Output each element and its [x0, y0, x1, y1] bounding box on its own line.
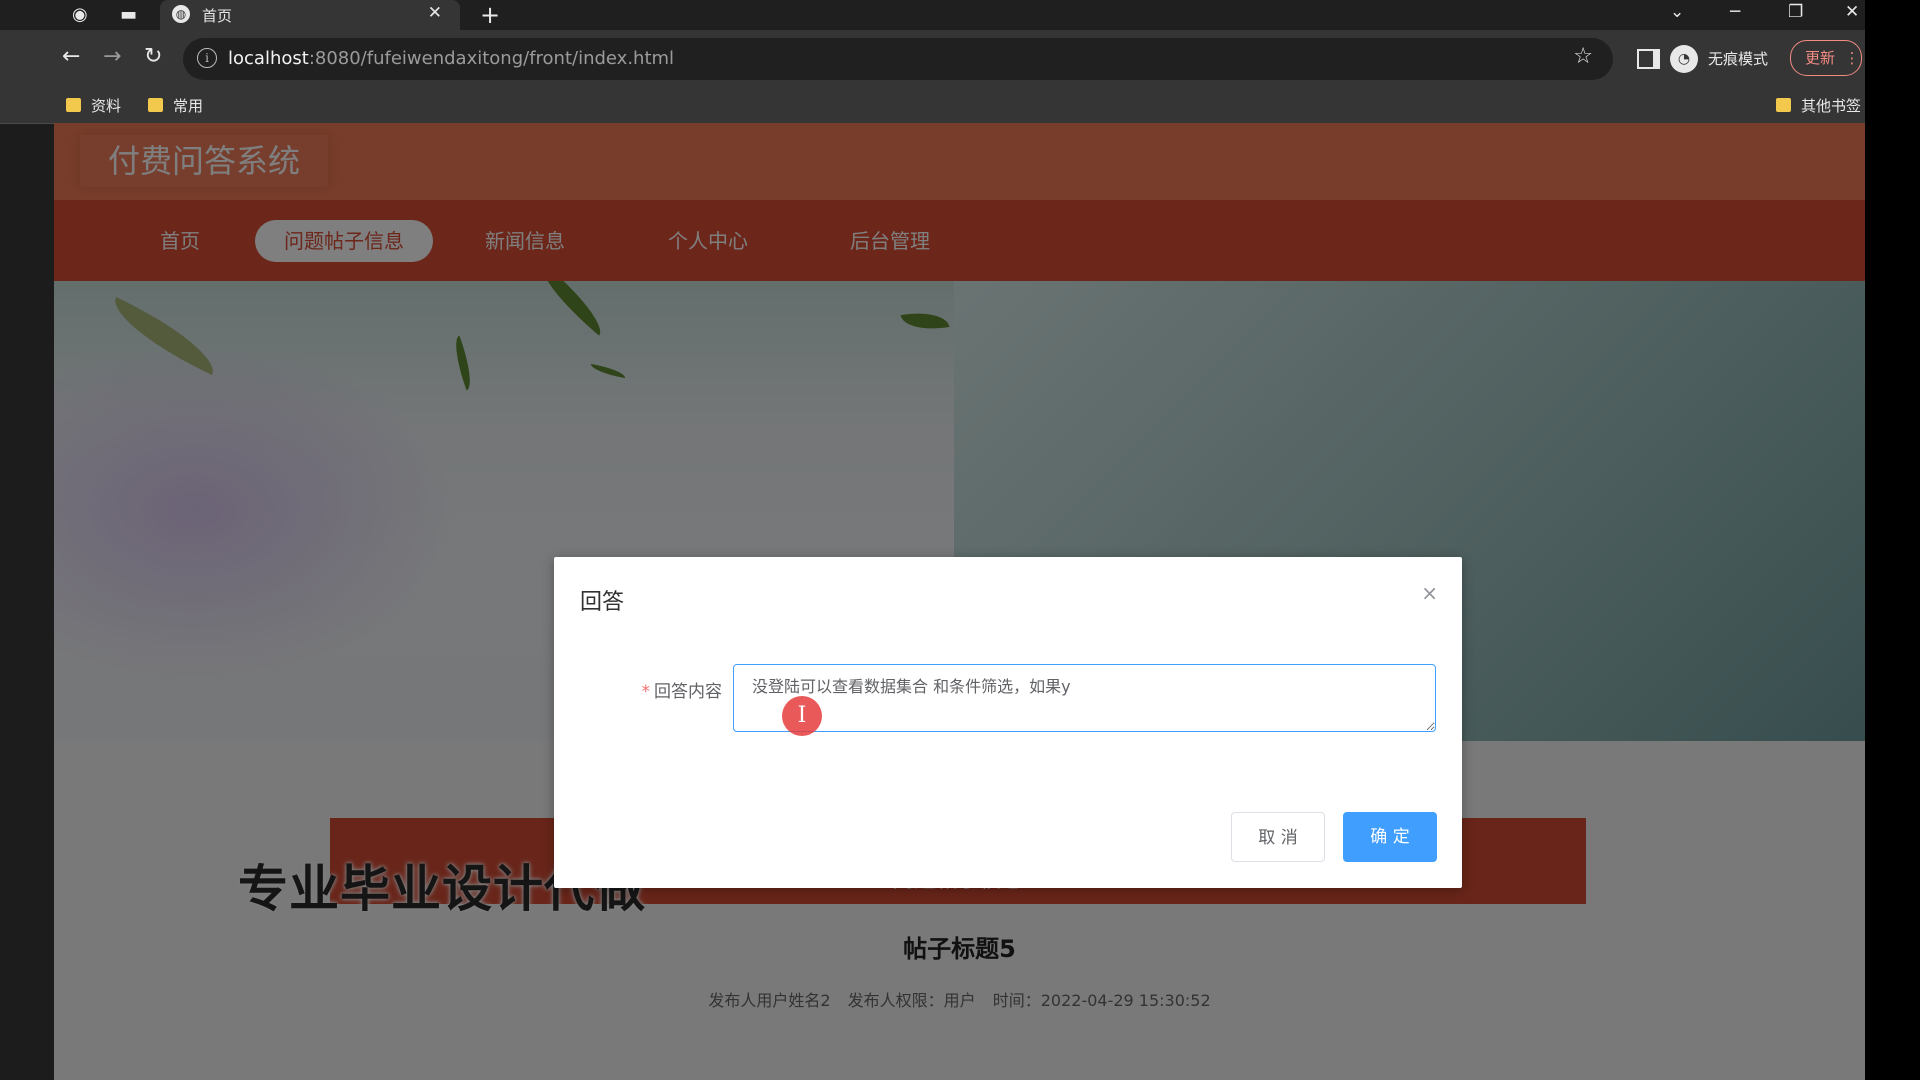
bookmark-label: 常用	[173, 97, 204, 115]
browser-menu-icon[interactable]: ◉	[72, 4, 88, 26]
update-label: 更新	[1805, 49, 1836, 67]
required-mark: *	[641, 682, 651, 702]
restore-icon[interactable]: ❐	[1788, 2, 1803, 22]
answer-textarea[interactable]: 没登陆可以查看数据集合 和条件筛选，如果y	[733, 664, 1436, 732]
url-host: localhost	[228, 48, 309, 69]
tab-home[interactable]: ◍ 首页 ✕	[160, 0, 460, 30]
text-cursor-icon: I	[782, 696, 822, 736]
tab-title: 首页	[202, 7, 233, 25]
incognito-label: 无痕模式	[1708, 50, 1769, 68]
address-bar[interactable]: i localhost:8080/fufeiwendaxitong/front/…	[183, 38, 1613, 80]
folder-icon	[148, 98, 163, 112]
browser-window: ◉ ▬ ◍ 首页 ✕ + ⌄ ─ ❐ ✕ ← → ↻ i localhost:8…	[0, 0, 1865, 1080]
other-bookmarks[interactable]: 其他书签	[1776, 95, 1861, 116]
url-text[interactable]: localhost:8080/fufeiwendaxitong/front/in…	[228, 48, 674, 69]
web-page: 付费问答系统 首页 问题帖子信息 新闻信息 个人中心 后台管理 F	[54, 123, 1865, 1080]
incognito-icon[interactable]: ◔	[1670, 45, 1698, 73]
bookmark-label: 资料	[91, 97, 122, 115]
answer-label: * 回答内容	[614, 677, 723, 702]
tab-close-icon[interactable]: ✕	[428, 3, 442, 23]
screen-edge	[1865, 0, 1920, 1080]
bookmark-folder-changyong[interactable]: 常用	[148, 95, 203, 116]
back-icon[interactable]: ←	[62, 44, 80, 69]
folder-icon	[1776, 98, 1791, 112]
tab-list-chevron-icon[interactable]: ⌄	[1670, 2, 1684, 22]
globe-icon: ◍	[172, 5, 190, 23]
window-close-icon[interactable]: ✕	[1845, 2, 1859, 22]
dialog-title: 回答	[580, 590, 625, 615]
dialog-close-icon[interactable]: ×	[1421, 581, 1438, 605]
other-bookmarks-label: 其他书签	[1801, 97, 1862, 115]
reload-icon[interactable]: ↻	[144, 44, 162, 69]
bookmark-folder-ziliao[interactable]: 资料	[66, 95, 121, 116]
tab-strip: ◉ ▬ ◍ 首页 ✕ + ⌄ ─ ❐ ✕	[0, 0, 1865, 30]
url-path: :8080/fufeiwendaxitong/front/index.html	[308, 48, 675, 69]
bookmark-star-icon[interactable]: ☆	[1573, 44, 1593, 69]
browser-toolbar: ← → ↻ i localhost:8080/fufeiwendaxitong/…	[0, 30, 1865, 88]
cancel-button[interactable]: 取 消	[1231, 812, 1325, 862]
new-tab-button[interactable]: +	[480, 1, 500, 29]
side-panel-icon[interactable]	[1637, 49, 1660, 69]
forward-icon[interactable]: →	[103, 44, 121, 69]
site-info-icon[interactable]: i	[197, 48, 217, 68]
folder-icon	[66, 98, 81, 112]
minimize-icon[interactable]: ─	[1730, 2, 1740, 22]
confirm-button[interactable]: 确 定	[1343, 812, 1437, 862]
update-button[interactable]: 更新 ⋮	[1790, 40, 1862, 76]
answer-label-text: 回答内容	[654, 682, 722, 702]
bookmarks-bar: 资料 常用 其他书签	[0, 88, 1865, 124]
answer-dialog: 回答 × * 回答内容 没登陆可以查看数据集合 和条件筛选，如果y I 取 消 确…	[554, 557, 1462, 888]
tab-search-icon[interactable]: ▬	[120, 4, 137, 26]
